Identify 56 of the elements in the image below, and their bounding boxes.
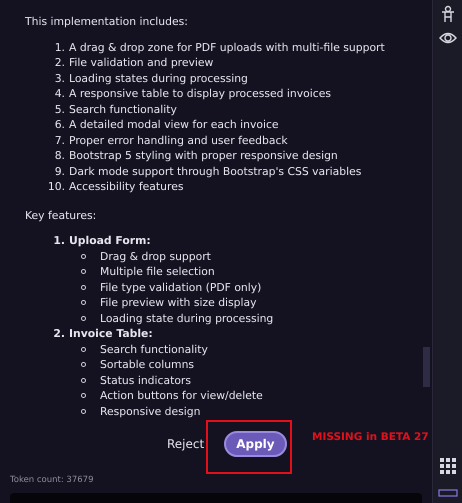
list-item: Search functionality [100, 342, 208, 357]
list-item: File preview with size display [100, 295, 257, 310]
bullet-icon [81, 269, 86, 274]
chat-input[interactable] [10, 493, 422, 503]
keyboard-icon[interactable] [438, 489, 458, 497]
list-number: 2. [54, 55, 66, 70]
list-item: Bootstrap 5 styling with proper responsive design [69, 148, 338, 164]
eye-icon[interactable] [438, 31, 456, 45]
list-number: 5. [54, 102, 66, 117]
list-item: Multiple file selection [100, 264, 215, 280]
scrollbar-thumb[interactable] [423, 347, 430, 387]
list-item: A drag & drop zone for PDF uploads with multi-file support [69, 40, 385, 55]
bullet-icon [81, 378, 86, 383]
grid-icon[interactable] [440, 458, 456, 474]
list-item: File type validation (PDF only) [100, 280, 262, 295]
list-item: Dark mode support through Bootstrap's CSS variables [69, 164, 362, 179]
section-heading: Key features: [25, 208, 98, 223]
list-item: A responsive table to display processed invoices [69, 86, 331, 102]
person-icon[interactable] [440, 5, 456, 23]
bullet-icon [81, 284, 86, 290]
bullet-icon [81, 254, 86, 259]
bullet-icon [81, 362, 86, 368]
list-item: Accessibility features [69, 179, 184, 194]
list-number: 2. [52, 326, 66, 342]
feature-title: Invoice Table: [69, 326, 153, 342]
list-number: 4. [54, 86, 66, 102]
intro-text: This implementation includes: [25, 14, 189, 30]
annotation-text: MISSING in BETA 27 [312, 430, 429, 443]
list-item: Drag & drop support [100, 248, 211, 264]
bullet-icon [81, 316, 86, 321]
list-item: File validation and preview [69, 55, 214, 70]
list-item: Responsive design [100, 404, 200, 419]
bullet-icon [81, 346, 86, 352]
list-number: 1. [52, 233, 66, 248]
feature-title: Upload Form: [69, 233, 151, 248]
list-item: Status indicators [100, 372, 191, 388]
token-count: Token count: 37679 [9, 474, 94, 488]
list-item: Search functionality [69, 102, 177, 117]
list-number: 1. [54, 40, 66, 55]
bullet-icon [81, 408, 86, 414]
list-number: 6. [54, 117, 66, 132]
list-number: 10. [47, 179, 66, 194]
list-item: Proper error handling and user feedback [69, 132, 288, 148]
bullet-icon [81, 393, 86, 398]
list-item: A detailed modal view for each invoice [69, 117, 279, 132]
list-number: 8. [54, 148, 66, 164]
apply-button[interactable]: Apply [224, 431, 287, 458]
list-item: Loading states during processing [69, 70, 248, 86]
list-number: 9. [54, 164, 66, 179]
list-item: Action buttons for view/delete [100, 388, 263, 404]
list-number: 7. [54, 132, 66, 148]
list-number: 3. [54, 70, 66, 86]
bullet-icon [81, 300, 86, 306]
list-item: Loading state during processing [100, 310, 274, 326]
reject-button[interactable]: Reject [167, 437, 204, 452]
list-item: Sortable columns [100, 357, 194, 372]
